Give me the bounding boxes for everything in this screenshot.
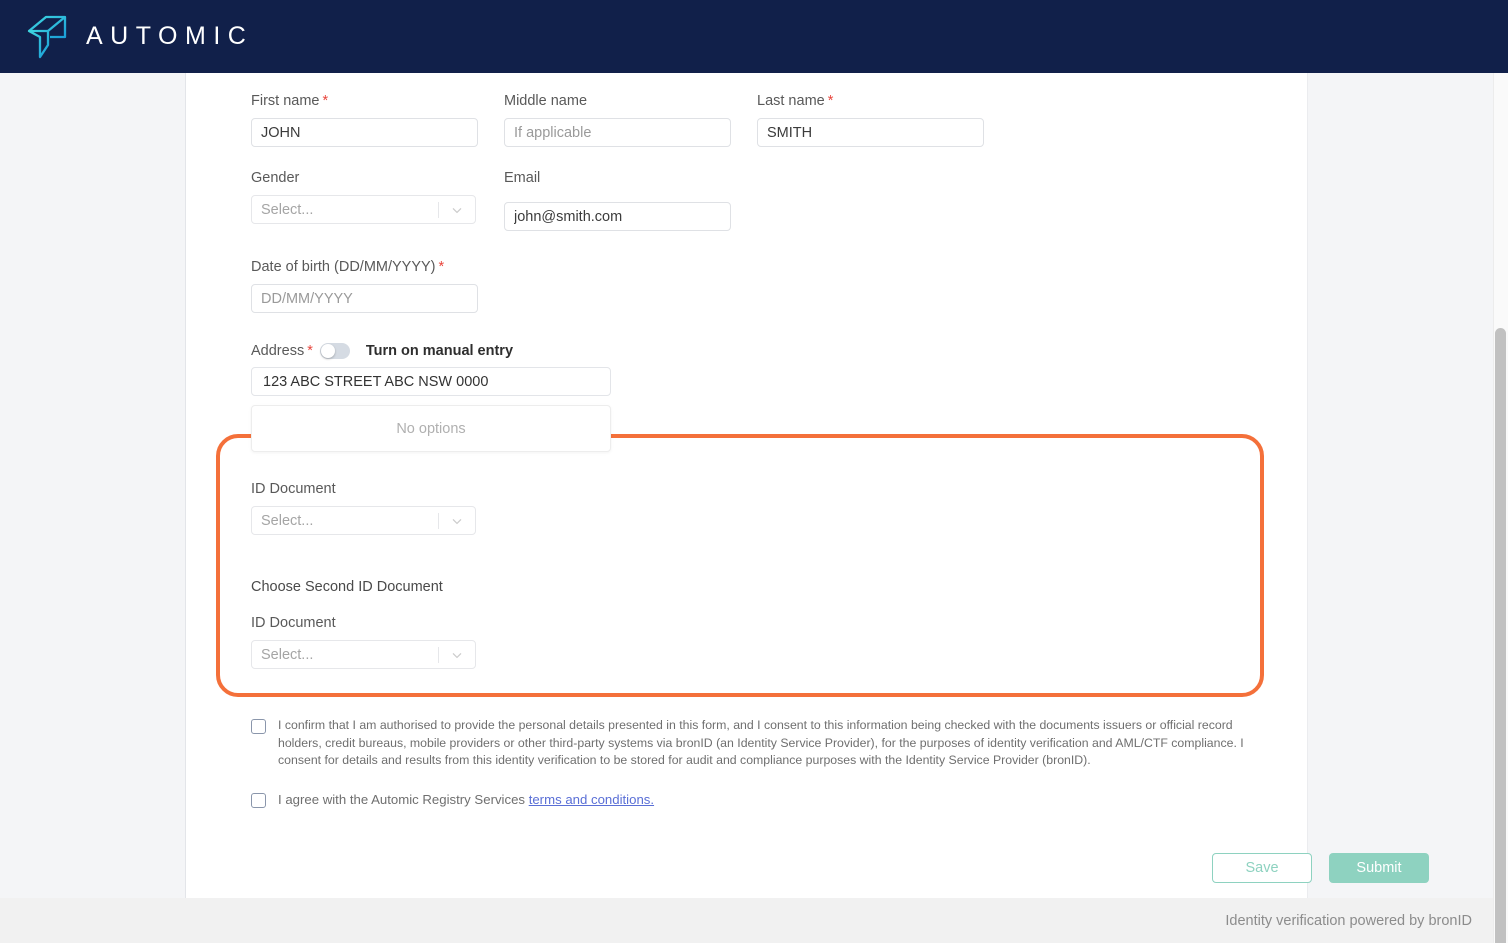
automic-cube-logo-icon	[26, 15, 68, 59]
address-suggestions-menu: No options	[251, 405, 611, 452]
second-id-label: ID Document	[251, 615, 336, 631]
vertical-scrollbar-thumb[interactable]	[1495, 328, 1506, 943]
toggle-knob	[320, 344, 335, 358]
terms-consent-row[interactable]: I agree with the Automic Registry Servic…	[251, 791, 1291, 808]
declaration-checkbox[interactable]	[251, 719, 266, 734]
manual-entry-toggle[interactable]	[319, 343, 350, 359]
email-input[interactable]	[504, 202, 731, 231]
dob-label: Date of birth (DD/MM/YYYY) *	[251, 259, 445, 275]
dob-field-group: Date of birth (DD/MM/YYYY) *	[251, 259, 504, 313]
last-name-input[interactable]	[757, 118, 984, 147]
email-field-group: Email	[504, 170, 757, 231]
second-id-select[interactable]: Select...	[251, 640, 476, 669]
gender-select[interactable]: Select...	[251, 195, 476, 224]
address-no-options-message: No options	[396, 420, 466, 437]
second-id-section: Choose Second ID Document ID Document Se…	[251, 579, 1291, 669]
first-id-select-value: Select...	[261, 512, 314, 529]
first-id-select[interactable]: Select...	[251, 506, 476, 535]
address-label-row: Address * Turn on manual entry	[251, 343, 1291, 359]
required-marker: *	[307, 343, 313, 359]
terms-and-conditions-link[interactable]: terms and conditions.	[529, 792, 654, 807]
address-field-group: Address* Turn on manual entry No options	[251, 343, 1291, 452]
manual-entry-label: Turn on manual entry	[365, 343, 514, 359]
declaration-consent-row[interactable]: I confirm that I am authorised to provid…	[251, 717, 1291, 770]
required-marker: *	[322, 93, 329, 109]
page-root: AUTOMIC First name* Middle name	[0, 0, 1508, 943]
brand-name: AUTOMIC	[86, 22, 254, 50]
gender-select-value: Select...	[261, 201, 314, 218]
terms-prefix: I agree with the Automic Registry Servic…	[278, 791, 526, 807]
second-id-section-title: Choose Second ID Document	[251, 579, 443, 595]
terms-checkbox[interactable]	[251, 792, 266, 808]
submit-button[interactable]: Submit	[1329, 852, 1429, 883]
second-id-select-value: Select...	[261, 646, 314, 663]
first-name-label: First name *	[251, 93, 329, 109]
address-label: Address	[251, 343, 305, 359]
last-name-label: Last name *	[757, 93, 834, 109]
required-marker: *	[827, 93, 834, 109]
form-actions: Save Submit	[251, 852, 1429, 883]
vertical-scrollbar-track[interactable]	[1493, 73, 1508, 943]
identity-form: First name* Middle name Last name*	[251, 83, 1429, 883]
address-input[interactable]	[251, 367, 611, 396]
middle-name-field-group: Middle name	[504, 93, 757, 147]
save-button[interactable]: Save	[1212, 852, 1312, 883]
footer-powered-by-text: Identity verification powered by bronID	[1225, 912, 1472, 929]
middle-name-input[interactable]	[504, 118, 731, 147]
terms-text: I agree with the Automic Registry Servic…	[278, 791, 654, 808]
gender-field-group: Gender Select...	[251, 170, 504, 231]
app-header: AUTOMIC	[0, 0, 1508, 73]
form-card: First name* Middle name Last name*	[185, 73, 1429, 898]
chevron-down-icon[interactable]	[439, 513, 475, 529]
chevron-down-icon[interactable]	[439, 647, 475, 663]
first-id-label: ID Document	[251, 481, 336, 497]
required-marker: *	[438, 259, 445, 275]
email-label: Email	[504, 170, 541, 186]
first-name-input[interactable]	[251, 118, 478, 147]
chevron-down-icon[interactable]	[439, 202, 475, 218]
gender-label: Gender	[251, 170, 300, 186]
page-footer: Identity verification powered by bronID	[0, 898, 1508, 943]
first-name-field-group: First name *	[251, 93, 504, 147]
declaration-text: I confirm that I am authorised to provid…	[278, 718, 1244, 767]
dob-input[interactable]	[251, 284, 478, 313]
middle-name-label: Middle name	[504, 93, 588, 109]
last-name-field-group: Last name *	[757, 93, 1010, 147]
